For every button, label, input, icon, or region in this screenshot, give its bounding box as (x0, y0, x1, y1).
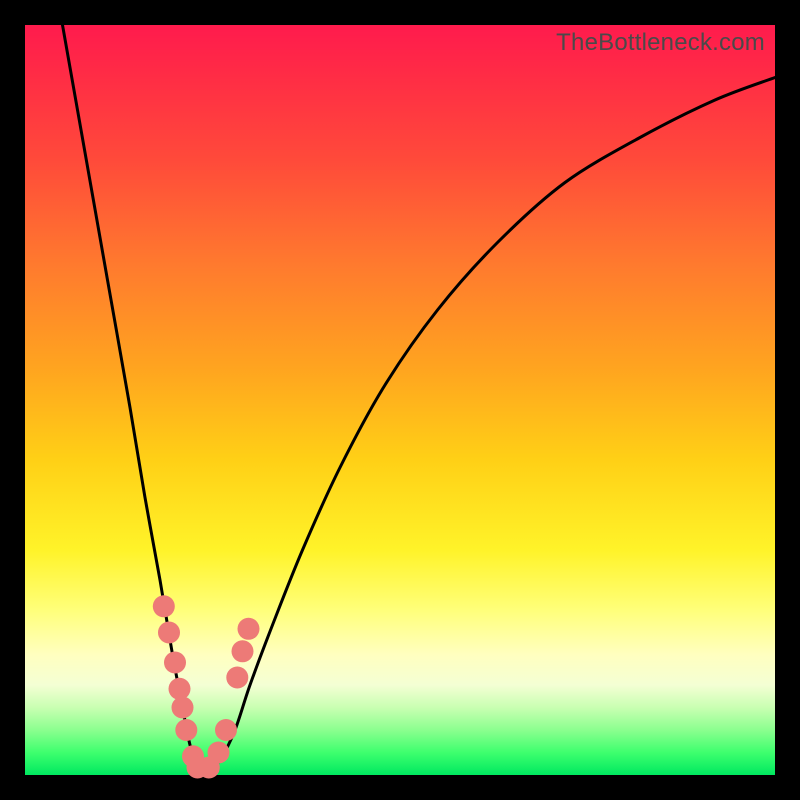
marker-point (238, 618, 260, 640)
chart-frame: TheBottleneck.com (0, 0, 800, 800)
marker-point (169, 678, 191, 700)
marker-point (158, 622, 180, 644)
marker-point (164, 652, 186, 674)
marker-point (153, 595, 175, 617)
marker-point (175, 719, 197, 741)
marker-point (226, 667, 248, 689)
marker-point (232, 640, 254, 662)
highlight-markers (153, 595, 260, 778)
marker-point (172, 697, 194, 719)
plot-area: TheBottleneck.com (25, 25, 775, 775)
marker-point (208, 742, 230, 764)
chart-svg (25, 25, 775, 775)
marker-point (215, 719, 237, 741)
